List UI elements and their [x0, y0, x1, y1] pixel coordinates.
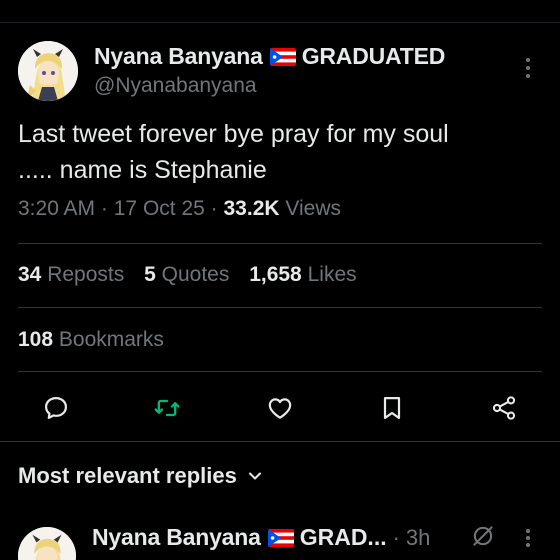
repost-icon	[154, 399, 180, 417]
reply-button[interactable]	[41, 393, 71, 423]
tweet-text-line: ..... name is Stephanie	[18, 156, 267, 184]
quotes-count: 5	[144, 263, 156, 286]
likes-label: Likes	[307, 263, 357, 286]
views-label[interactable]: Views	[285, 197, 341, 220]
like-icon	[268, 398, 292, 419]
bookmarks-stat[interactable]: 108 Bookmarks	[18, 328, 164, 352]
tweet-header: Nyana Banyana GRADUATED @Nyanabanyana	[0, 36, 560, 106]
reply-time[interactable]: 3h	[406, 525, 430, 551]
dot-icon	[526, 543, 530, 547]
avatar[interactable]	[18, 41, 78, 101]
tweet-meta: 3:20 AM · 17 Oct 25 · 33.2K Views	[18, 197, 341, 221]
avatar-image	[18, 41, 78, 101]
meta-separator: ·	[100, 197, 108, 220]
dot-icon	[526, 536, 530, 540]
engagement-stats: 34 Reposts 5 Quotes 1,658 Likes	[18, 263, 357, 287]
bookmark-icon	[383, 396, 401, 420]
dot-icon	[526, 529, 530, 533]
avatar[interactable]	[18, 527, 76, 560]
avatar-image	[18, 527, 76, 560]
reply-item[interactable]: Nyana Banyana GRAD... · 3h	[0, 515, 560, 560]
reply-separator: ·	[392, 524, 400, 550]
dot-icon	[526, 58, 530, 62]
chevron-down-icon	[248, 472, 261, 480]
share-button[interactable]	[489, 393, 519, 423]
tweet-date[interactable]: 17 Oct 25	[114, 197, 205, 220]
section-divider	[0, 441, 560, 442]
bookmarks-label: Bookmarks	[58, 328, 164, 351]
repost-button[interactable]	[152, 393, 182, 423]
replies-sort-dropdown[interactable]: Most relevant replies	[18, 463, 263, 489]
dot-icon	[526, 66, 530, 70]
share-icon	[492, 396, 516, 420]
likes-count: 1,658	[249, 263, 302, 286]
views-count[interactable]: 33.2K	[224, 197, 280, 220]
meta-separator: ·	[210, 197, 218, 220]
reposts-stat[interactable]: 34 Reposts	[18, 263, 124, 286]
author-name-row[interactable]: Nyana Banyana GRADUATED	[94, 43, 445, 70]
divider	[18, 307, 542, 308]
top-divider	[0, 22, 560, 23]
divider	[18, 243, 542, 244]
quotes-stat[interactable]: 5 Quotes	[144, 263, 229, 286]
tweet-text-line: Last tweet forever bye pray for my soul	[18, 120, 449, 148]
replies-sort-label: Most relevant replies	[18, 463, 237, 488]
bookmarks-count: 108	[18, 328, 54, 351]
action-bar	[0, 385, 560, 431]
author-display-name[interactable]: Nyana Banyana	[94, 43, 263, 70]
reply-more-options-button[interactable]	[520, 527, 536, 549]
quotes-label: Quotes	[161, 263, 230, 286]
reposts-label: Reposts	[47, 263, 125, 286]
author-handle[interactable]: @Nyanabanyana	[94, 74, 257, 98]
reposts-count: 34	[18, 263, 42, 286]
more-options-button[interactable]	[520, 56, 536, 80]
reply-display-name[interactable]: Nyana Banyana	[92, 524, 261, 551]
puerto-rico-flag-icon	[267, 528, 294, 547]
reply-author-row[interactable]: Nyana Banyana GRAD... · 3h	[92, 524, 430, 551]
divider	[18, 371, 542, 372]
likes-stat[interactable]: 1,658 Likes	[249, 263, 356, 286]
dot-icon	[526, 74, 530, 78]
reply-icon	[44, 396, 68, 420]
reply-name-suffix[interactable]: GRAD...	[300, 524, 387, 551]
tweet-text: Last tweet forever bye pray for my soul …	[18, 116, 543, 188]
tweet-time[interactable]: 3:20 AM	[18, 197, 95, 220]
puerto-rico-flag-icon	[269, 47, 296, 66]
grok-icon[interactable]	[470, 523, 496, 549]
bookmark-button[interactable]	[377, 393, 407, 423]
like-button[interactable]	[265, 393, 295, 423]
author-name-suffix[interactable]: GRADUATED	[302, 43, 446, 70]
